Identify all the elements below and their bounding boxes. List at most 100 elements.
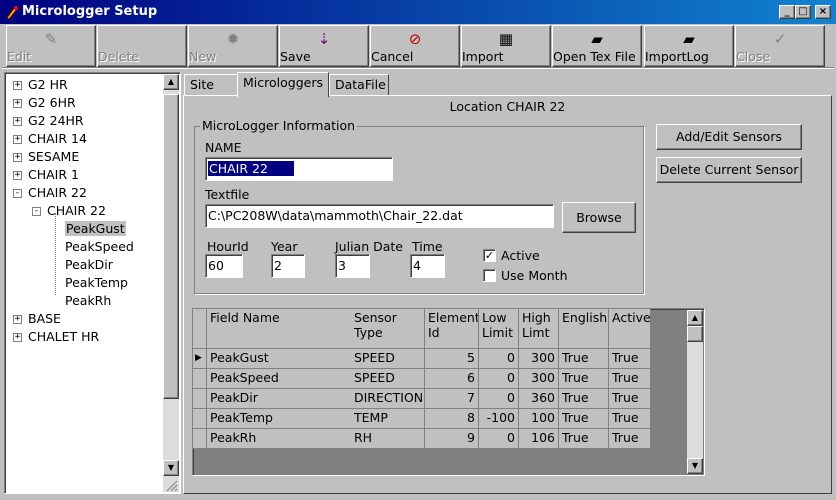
row-indicator[interactable] xyxy=(193,389,207,409)
expand-icon[interactable]: + xyxy=(13,333,22,342)
close-button[interactable]: ✓ Close xyxy=(735,25,825,67)
new-button[interactable]: ✹ New xyxy=(188,25,278,67)
hourid-field[interactable]: 60 xyxy=(205,254,243,278)
year-field[interactable]: 2 xyxy=(271,254,305,278)
expand-icon[interactable]: + xyxy=(13,135,22,144)
use-month-checkbox[interactable] xyxy=(483,269,496,282)
table-cell[interactable]: 300 xyxy=(519,369,559,389)
tree-item[interactable]: SESAME xyxy=(28,149,79,164)
tree-item[interactable]: CHAIR 14 xyxy=(28,131,87,146)
expand-icon[interactable]: + xyxy=(13,171,22,180)
table-cell[interactable]: PeakGust xyxy=(207,349,352,369)
importlog-button[interactable]: ▰ ImportLog xyxy=(644,25,734,67)
collapse-icon[interactable]: - xyxy=(13,189,22,198)
table-cell[interactable]: PeakSpeed xyxy=(207,369,352,389)
minimize-button[interactable]: _ xyxy=(779,5,795,19)
site-tree[interactable]: + G2 HR + G2 6HR + G2 24HR + CHAIR 14 + SESAME + CH… xyxy=(4,72,181,494)
delete-current-sensor-button[interactable]: Delete Current Sensor xyxy=(656,157,802,183)
table-cell[interactable]: True xyxy=(609,429,651,449)
table-cell[interactable]: True xyxy=(559,349,609,369)
table-cell[interactable]: True xyxy=(559,369,609,389)
grid-scroll-down-arrow-icon[interactable]: ▼ xyxy=(687,458,703,474)
tree-item[interactable]: PeakGust xyxy=(65,221,126,236)
table-cell[interactable]: 6 xyxy=(425,369,479,389)
time-field[interactable]: 4 xyxy=(410,254,445,278)
open-tex-file-button[interactable]: ▰ Open Tex File xyxy=(552,25,642,67)
scroll-up-arrow-icon[interactable]: ▲ xyxy=(163,74,179,90)
delete-button[interactable]: Delete xyxy=(97,25,187,67)
sensor-grid[interactable]: Field Name Sensor Type Element Id Low Limit… xyxy=(192,308,705,476)
scroll-thumb[interactable] xyxy=(163,94,179,399)
expand-icon[interactable]: + xyxy=(13,315,22,324)
tree-item[interactable]: G2 6HR xyxy=(28,95,76,110)
table-cell[interactable]: 0 xyxy=(479,349,519,369)
table-cell[interactable]: True xyxy=(609,369,651,389)
import-button[interactable]: ▦ Import xyxy=(461,25,551,67)
table-cell[interactable]: 0 xyxy=(479,369,519,389)
tree-scrollbar[interactable]: ▲ ▼ xyxy=(163,74,179,492)
expand-icon[interactable]: + xyxy=(13,99,22,108)
table-cell[interactable]: True xyxy=(609,389,651,409)
grid-scrollbar[interactable]: ▲ ▼ xyxy=(687,310,703,474)
grid-scroll-up-arrow-icon[interactable]: ▲ xyxy=(687,310,703,326)
table-cell[interactable]: 8 xyxy=(425,409,479,429)
tree-item[interactable]: PeakSpeed xyxy=(65,239,134,254)
table-cell[interactable]: 360 xyxy=(519,389,559,409)
save-button[interactable]: ⇣ Save xyxy=(279,25,369,67)
cancel-button[interactable]: ⊘ Cancel xyxy=(370,25,460,67)
add-edit-sensors-button[interactable]: Add/Edit Sensors xyxy=(656,124,802,150)
table-cell[interactable]: 9 xyxy=(425,429,479,449)
resize-grip-icon[interactable] xyxy=(164,478,178,492)
name-field[interactable]: CHAIR 22 xyxy=(205,157,393,181)
table-cell[interactable]: True xyxy=(609,409,651,429)
expand-icon[interactable]: + xyxy=(13,81,22,90)
table-cell[interactable]: 300 xyxy=(519,349,559,369)
collapse-icon[interactable]: - xyxy=(32,207,41,216)
table-cell[interactable]: PeakDir xyxy=(207,389,352,409)
tree-item[interactable]: PeakRh xyxy=(65,293,111,308)
tree-item[interactable]: G2 HR xyxy=(28,77,68,92)
browse-button[interactable]: Browse xyxy=(562,202,636,233)
table-cell[interactable]: SPEED xyxy=(351,369,425,389)
row-indicator[interactable]: ▶ xyxy=(193,349,207,369)
table-cell[interactable]: 106 xyxy=(519,429,559,449)
tree-item[interactable]: CHAIR 22 xyxy=(28,185,87,200)
tree-item[interactable]: PeakTemp xyxy=(65,275,128,290)
grid-scroll-thumb[interactable] xyxy=(687,326,703,342)
active-checkbox[interactable]: ✓ xyxy=(483,249,496,262)
table-cell[interactable]: True xyxy=(559,409,609,429)
expand-icon[interactable]: + xyxy=(13,153,22,162)
row-indicator[interactable] xyxy=(193,429,207,449)
table-cell[interactable]: PeakTemp xyxy=(207,409,352,429)
table-cell[interactable]: 100 xyxy=(519,409,559,429)
close-window-button[interactable]: × xyxy=(815,5,831,19)
tab-microloggers[interactable]: Microloggers xyxy=(237,72,329,97)
julian-date-field[interactable]: 3 xyxy=(335,254,370,278)
tree-item[interactable]: PeakDir xyxy=(65,257,113,272)
table-cell[interactable]: True xyxy=(609,349,651,369)
tree-item[interactable]: CHALET HR xyxy=(28,329,99,344)
maximize-button[interactable]: □ xyxy=(795,5,811,19)
row-indicator[interactable] xyxy=(193,409,207,429)
edit-button[interactable]: ✎ Edit xyxy=(6,25,96,67)
scroll-down-arrow-icon[interactable]: ▼ xyxy=(163,460,179,476)
table-cell[interactable]: 5 xyxy=(425,349,479,369)
table-cell[interactable]: RH xyxy=(351,429,425,449)
table-cell[interactable]: PeakRh xyxy=(207,429,352,449)
table-cell[interactable]: SPEED xyxy=(351,349,425,369)
table-cell[interactable]: -100 xyxy=(479,409,519,429)
table-cell[interactable]: 7 xyxy=(425,389,479,409)
tree-item[interactable]: BASE xyxy=(28,311,61,326)
table-cell[interactable]: True xyxy=(559,389,609,409)
table-cell[interactable]: TEMP xyxy=(351,409,425,429)
tab-datafile[interactable]: DataFile xyxy=(329,74,389,96)
row-indicator[interactable] xyxy=(193,369,207,389)
table-cell[interactable]: True xyxy=(559,429,609,449)
expand-icon[interactable]: + xyxy=(13,117,22,126)
textfile-field[interactable]: C:\PC208W\data\mammoth\Chair_22.dat xyxy=(205,204,554,228)
table-cell[interactable]: 0 xyxy=(479,389,519,409)
table-cell[interactable]: DIRECTION xyxy=(351,389,425,409)
tree-item[interactable]: G2 24HR xyxy=(28,113,84,128)
table-cell[interactable]: 0 xyxy=(479,429,519,449)
tree-item[interactable]: CHAIR 1 xyxy=(28,167,79,182)
